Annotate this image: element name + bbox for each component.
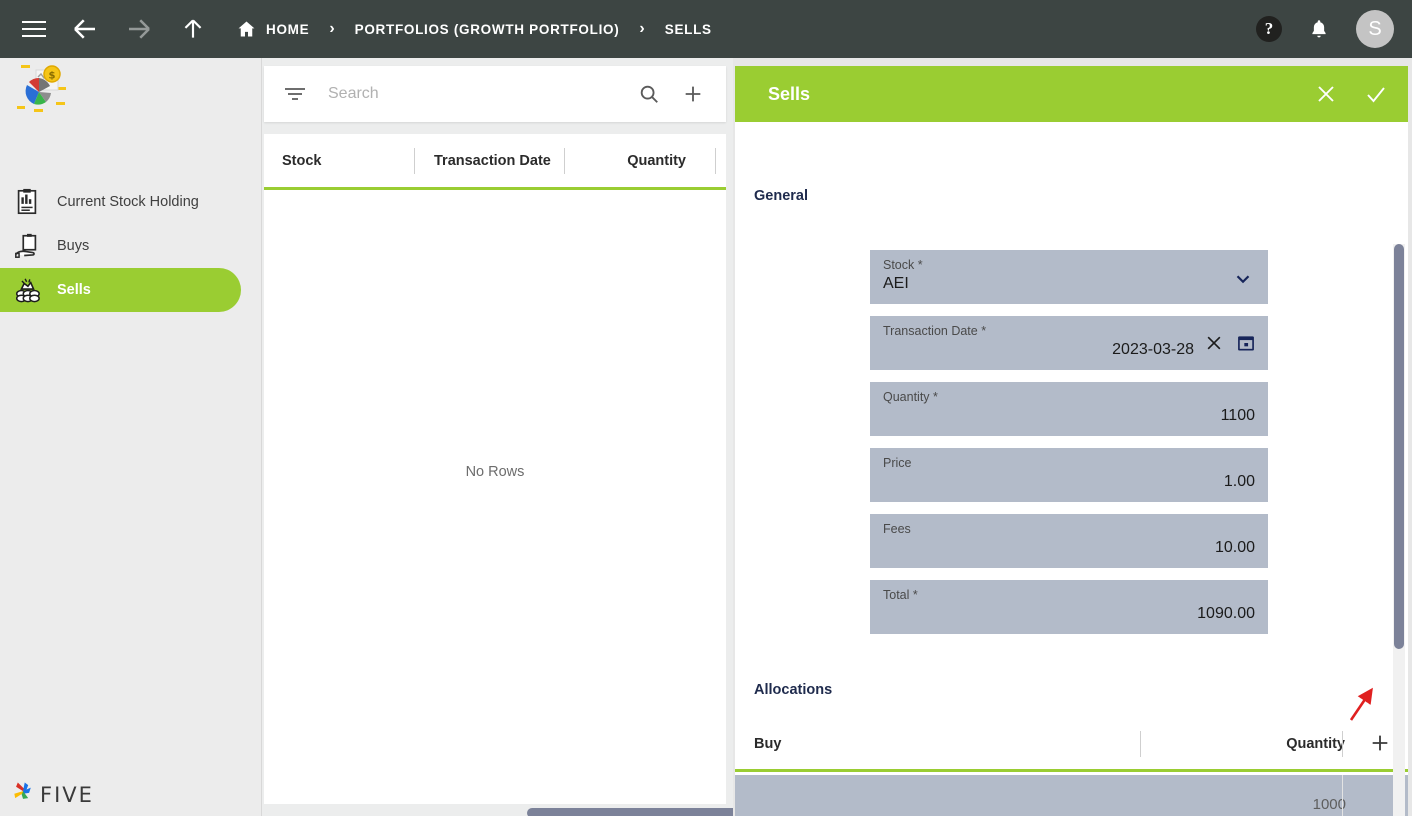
field-label: Quantity * bbox=[883, 390, 938, 404]
forward-arrow-icon[interactable] bbox=[124, 14, 154, 44]
form-header: Sells bbox=[735, 66, 1408, 122]
field-fees[interactable]: Fees 10.00 bbox=[870, 514, 1268, 568]
field-label: Stock * bbox=[883, 258, 923, 272]
back-arrow-icon[interactable] bbox=[70, 14, 100, 44]
column-header-quantity[interactable]: Quantity bbox=[627, 134, 686, 187]
vertical-scrollbar-thumb[interactable] bbox=[1394, 244, 1404, 649]
topbar-actions: ? S bbox=[1256, 0, 1394, 58]
form-pane: Sells General Stock * AEI Transaction Da… bbox=[733, 58, 1412, 816]
five-brand-logo: FIVE bbox=[10, 779, 94, 810]
field-label: Price bbox=[883, 456, 912, 470]
field-value: 1.00 bbox=[1223, 473, 1255, 490]
column-divider[interactable] bbox=[1342, 731, 1343, 757]
form-header-actions bbox=[1314, 66, 1388, 122]
breadcrumb-separator: › bbox=[329, 20, 335, 37]
section-title-general: General bbox=[754, 188, 808, 204]
field-label: Total * bbox=[883, 588, 918, 602]
allocations-grid-header: Buy Quantity bbox=[735, 718, 1408, 772]
money-stack-icon bbox=[12, 275, 42, 305]
field-value: 1090.00 bbox=[1197, 605, 1255, 622]
field-price[interactable]: Price 1.00 bbox=[870, 448, 1268, 502]
breadcrumb-item-portfolios[interactable]: PORTFOLIOS (GROWTH PORTFOLIO) bbox=[355, 22, 620, 37]
hamburger-menu-icon[interactable] bbox=[22, 20, 46, 38]
calendar-icon[interactable] bbox=[1236, 333, 1256, 353]
sidebar-item-sells[interactable]: Sells bbox=[0, 268, 241, 312]
column-header-stock[interactable]: Stock bbox=[282, 134, 322, 187]
up-arrow-icon[interactable] bbox=[180, 15, 206, 43]
notification-bell-icon[interactable] bbox=[1308, 17, 1330, 41]
breadcrumb: HOME › PORTFOLIOS (GROWTH PORTFOLIO) › S… bbox=[236, 19, 712, 39]
field-value: 2023-03-28 bbox=[1112, 341, 1194, 358]
home-icon[interactable] bbox=[236, 19, 257, 39]
top-navigation-bar: HOME › PORTFOLIOS (GROWTH PORTFOLIO) › S… bbox=[0, 0, 1412, 58]
column-header-buy[interactable]: Buy bbox=[754, 718, 781, 769]
breadcrumb-item-home[interactable]: HOME bbox=[266, 22, 309, 37]
help-icon[interactable]: ? bbox=[1256, 16, 1282, 42]
clear-date-icon[interactable] bbox=[1204, 333, 1224, 353]
column-divider[interactable] bbox=[1140, 731, 1141, 757]
section-title-allocations: Allocations bbox=[754, 682, 833, 698]
five-pinwheel-logo bbox=[10, 779, 36, 810]
table-row[interactable]: 1000 bbox=[735, 775, 1408, 816]
list-pane: Stock Transaction Date Quantity No Rows bbox=[262, 58, 995, 816]
form-title: Sells bbox=[768, 83, 811, 104]
field-value: 10.00 bbox=[1214, 539, 1255, 556]
close-x-icon[interactable] bbox=[1314, 82, 1338, 106]
avatar[interactable]: S bbox=[1356, 10, 1394, 48]
sidebar-item-label: Sells bbox=[57, 282, 91, 298]
app-root: HOME › PORTFOLIOS (GROWTH PORTFOLIO) › S… bbox=[0, 0, 1412, 816]
column-divider[interactable] bbox=[414, 148, 415, 174]
clipboard-chart-icon bbox=[12, 187, 42, 217]
add-record-button[interactable] bbox=[682, 83, 704, 105]
breadcrumb-separator: › bbox=[639, 20, 645, 37]
column-divider[interactable] bbox=[715, 148, 716, 174]
allocations-add-button[interactable] bbox=[1369, 732, 1391, 754]
svg-text:$: $ bbox=[49, 71, 56, 82]
search-bar bbox=[264, 66, 726, 122]
row-divider bbox=[1342, 775, 1343, 816]
sidebar-item-label: Buys bbox=[57, 238, 90, 254]
sidebar-nav-list: Current Stock Holding Buys Sells bbox=[0, 180, 262, 312]
field-value: AEI bbox=[883, 275, 909, 292]
filter-icon[interactable] bbox=[284, 86, 306, 102]
hand-clipboard-icon bbox=[12, 231, 42, 261]
field-label: Fees bbox=[883, 522, 911, 536]
grid-header: Stock Transaction Date Quantity bbox=[264, 134, 726, 190]
sidebar-item-buys[interactable]: Buys bbox=[0, 224, 262, 268]
portfolio-pie-chart-logo: $ bbox=[12, 62, 68, 116]
column-header-quantity[interactable]: Quantity bbox=[1286, 718, 1345, 769]
search-input[interactable] bbox=[328, 85, 638, 103]
records-grid: Stock Transaction Date Quantity No Rows bbox=[264, 134, 726, 804]
field-label: Transaction Date * bbox=[883, 324, 987, 338]
check-icon[interactable] bbox=[1364, 82, 1388, 106]
field-value: 1100 bbox=[1220, 407, 1255, 424]
five-brand-text: FIVE bbox=[40, 782, 94, 807]
field-transaction-date[interactable]: Transaction Date * 2023-03-28 bbox=[870, 316, 1268, 370]
breadcrumb-item-sells[interactable]: SELLS bbox=[665, 22, 712, 37]
cell-quantity: 1000 bbox=[1312, 796, 1346, 813]
sidebar-item-label: Current Stock Holding bbox=[57, 194, 199, 210]
sidebar: $ Current Stock Holding Buys Sells FIVE bbox=[0, 58, 262, 816]
field-quantity[interactable]: Quantity * 1100 bbox=[870, 382, 1268, 436]
search-icon[interactable] bbox=[638, 83, 660, 105]
column-header-transaction-date[interactable]: Transaction Date bbox=[434, 134, 551, 187]
field-total[interactable]: Total * 1090.00 bbox=[870, 580, 1268, 634]
sidebar-item-current-stock-holding[interactable]: Current Stock Holding bbox=[0, 180, 262, 224]
column-divider[interactable] bbox=[564, 148, 565, 174]
form-body: General Stock * AEI Transaction Date * 2… bbox=[735, 122, 1408, 816]
field-stock[interactable]: Stock * AEI bbox=[870, 250, 1268, 304]
dropdown-chevron-icon[interactable] bbox=[1232, 268, 1254, 290]
empty-state-message: No Rows bbox=[465, 464, 525, 480]
